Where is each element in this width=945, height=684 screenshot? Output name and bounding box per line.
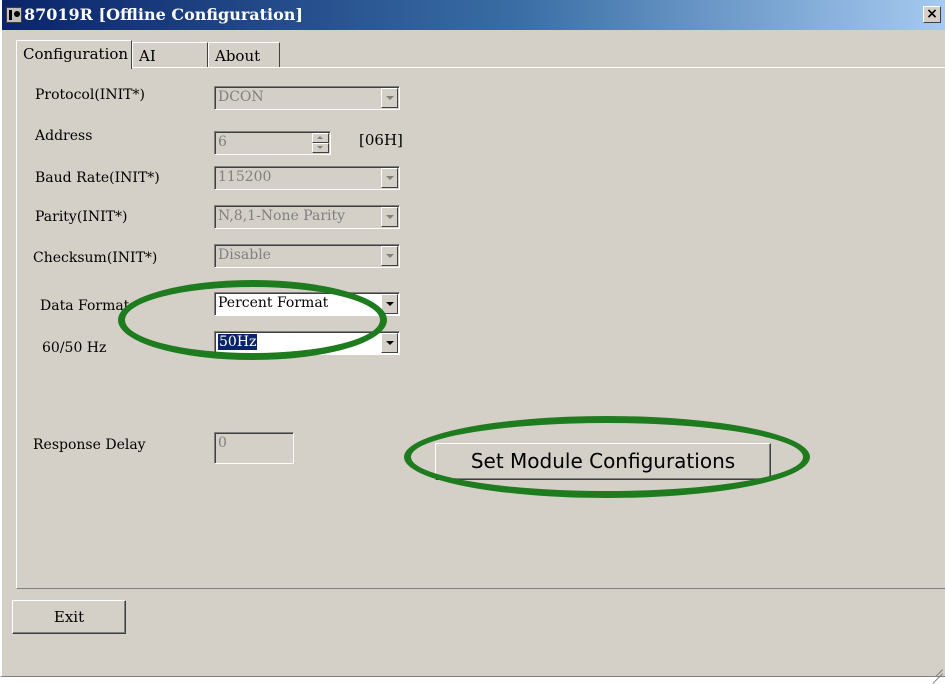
baud-rate-label: Baud Rate(INIT*) (35, 170, 160, 186)
app-icon (6, 7, 22, 23)
config-window: 87019R [Offline Configuration] × Configu… (0, 0, 945, 677)
chevron-down-icon (381, 333, 398, 353)
tab-about[interactable]: About (208, 42, 280, 68)
window-title: 87019R [Offline Configuration] (24, 5, 303, 24)
response-delay-value: 0 (218, 435, 227, 451)
protocol-select[interactable]: DCON (214, 86, 400, 110)
address-value: 6 (218, 134, 227, 150)
chevron-down-icon (381, 168, 398, 188)
close-button[interactable]: × (923, 6, 941, 23)
title-bar[interactable]: 87019R [Offline Configuration] × (2, 0, 945, 30)
checksum-value: Disable (218, 247, 271, 263)
set-module-configurations-button[interactable]: Set Module Configurations (435, 443, 771, 480)
exit-button[interactable]: Exit (12, 600, 126, 634)
parity-value: N,8,1-None Parity (218, 208, 346, 224)
data-format-label: Data Format (40, 298, 130, 314)
configuration-panel (16, 67, 945, 589)
frequency-select[interactable]: 50Hz (214, 331, 400, 355)
address-label: Address (35, 128, 93, 144)
parity-select[interactable]: N,8,1-None Parity (214, 205, 400, 229)
tab-configuration[interactable]: Configuration (16, 40, 132, 69)
data-format-select[interactable]: Percent Format (214, 292, 400, 316)
baud-rate-select[interactable]: 115200 (214, 166, 400, 190)
address-hex-value: [06H] (359, 131, 403, 149)
chevron-down-icon (381, 246, 398, 266)
resize-grip-icon[interactable] (931, 662, 943, 674)
chevron-down-icon (381, 294, 398, 314)
response-delay-label: Response Delay (33, 437, 146, 453)
chevron-down-icon (381, 207, 398, 227)
frequency-value: 50Hz (218, 334, 258, 350)
frequency-label: 60/50 Hz (42, 340, 107, 356)
parity-label: Parity(INIT*) (35, 209, 128, 225)
protocol-label: Protocol(INIT*) (35, 87, 145, 103)
checksum-label: Checksum(INIT*) (33, 250, 158, 266)
response-delay-input[interactable]: 0 (214, 432, 294, 464)
protocol-value: DCON (218, 89, 264, 105)
baud-rate-value: 115200 (218, 169, 272, 185)
tab-ai[interactable]: AI (132, 42, 208, 68)
data-format-value: Percent Format (218, 295, 329, 311)
spin-down-icon[interactable] (312, 143, 329, 153)
spin-up-icon[interactable] (312, 133, 329, 143)
address-spinner[interactable]: 6 (214, 131, 331, 155)
chevron-down-icon (381, 88, 398, 108)
checksum-select[interactable]: Disable (214, 244, 400, 268)
